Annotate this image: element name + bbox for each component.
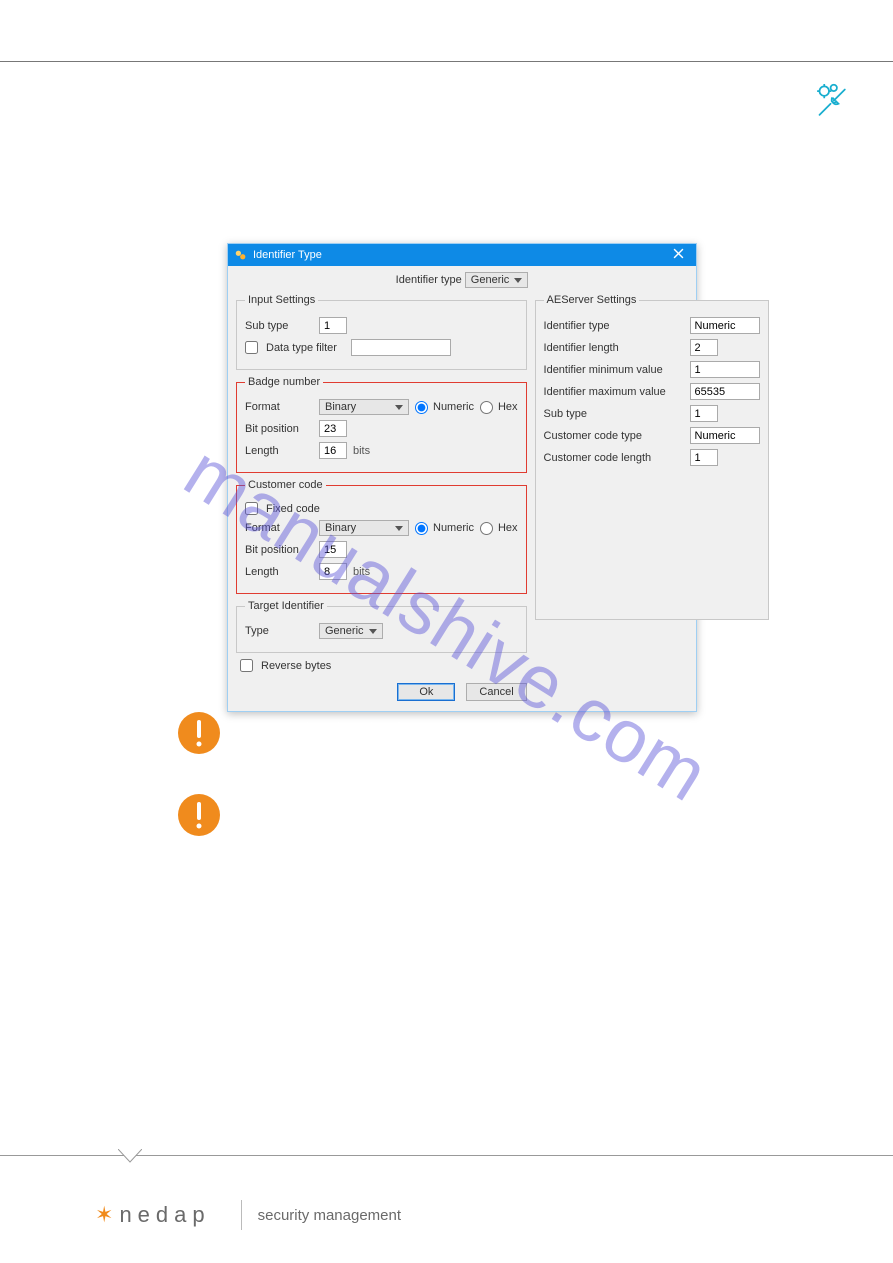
- target-identifier-group: Target Identifier Type Generic: [236, 600, 527, 653]
- titlebar: Identifier Type: [228, 244, 696, 266]
- cancel-button[interactable]: Cancel: [466, 683, 526, 701]
- close-icon[interactable]: [666, 248, 690, 262]
- customer-code-legend: Customer code: [245, 479, 326, 491]
- ae-cc-type-label: Customer code type: [544, 430, 684, 442]
- cc-format-label: Format: [245, 522, 313, 534]
- bn-format-label: Format: [245, 401, 313, 413]
- ae-max-input[interactable]: [690, 383, 760, 400]
- data-type-filter-checkbox[interactable]: [245, 341, 258, 354]
- bn-format-select[interactable]: Binary: [319, 399, 409, 415]
- identifier-type-label: Identifier type: [396, 274, 462, 286]
- cc-radio-hex[interactable]: Hex: [480, 522, 518, 535]
- note-2: AEServer: The 'Identifier length' field …: [178, 794, 818, 836]
- titlebar-icon: [234, 248, 248, 262]
- sub-type-label: Sub type: [245, 320, 313, 332]
- ae-id-type-input[interactable]: [690, 317, 760, 334]
- input-settings-legend: Input Settings: [245, 294, 318, 306]
- bn-bitpos-label: Bit position: [245, 423, 313, 435]
- dialog-title: Identifier Type: [253, 249, 666, 261]
- badge-number-group: Badge number Format Binary Numeric Hex B…: [236, 376, 527, 473]
- top-rule: [0, 61, 893, 62]
- badge-number-legend: Badge number: [245, 376, 323, 388]
- fixed-code-checkbox[interactable]: [245, 502, 258, 515]
- aeserver-legend: AEServer Settings: [544, 294, 640, 306]
- data-type-filter-input[interactable]: [351, 339, 451, 356]
- note-1: Nedap cards always have binary format. T…: [178, 712, 818, 754]
- nedap-logo: ✶ nedap: [95, 1202, 211, 1228]
- star-icon: ✶: [95, 1202, 113, 1228]
- ok-button[interactable]: Ok: [397, 683, 455, 701]
- ae-min-label: Identifier minimum value: [544, 364, 684, 376]
- ae-min-input[interactable]: [690, 361, 760, 378]
- ae-max-label: Identifier maximum value: [544, 386, 684, 398]
- ae-id-length-input[interactable]: [690, 339, 718, 356]
- customer-code-group: Customer code Fixed code Format Binary N…: [236, 479, 527, 594]
- warning-icon: [178, 712, 220, 754]
- bn-length-unit: bits: [353, 445, 370, 457]
- input-settings-group: Input Settings Sub type Data type filter: [236, 294, 527, 370]
- footer: ✶ nedap security management: [95, 1200, 401, 1230]
- ti-type-label: Type: [245, 625, 313, 637]
- sub-type-input[interactable]: [319, 317, 347, 334]
- target-identifier-legend: Target Identifier: [245, 600, 327, 612]
- bn-radio-numeric[interactable]: Numeric: [415, 401, 474, 414]
- ae-cc-length-label: Customer code length: [544, 452, 684, 464]
- reverse-bytes-label: Reverse bytes: [261, 660, 331, 672]
- footer-tagline: security management: [258, 1207, 401, 1224]
- ae-subtype-label: Sub type: [544, 408, 684, 420]
- note-2-text: AEServer: The 'Identifier length' field …: [235, 803, 818, 827]
- bn-radio-hex[interactable]: Hex: [480, 401, 518, 414]
- cc-bitpos-input[interactable]: [319, 541, 347, 558]
- maintenance-icon: [810, 80, 848, 121]
- cc-format-select[interactable]: Binary: [319, 520, 409, 536]
- cc-length-input[interactable]: [319, 563, 347, 580]
- footer-notch: [118, 1149, 142, 1163]
- note-1-text: Nedap cards always have binary format. T…: [235, 721, 818, 745]
- fixed-code-label: Fixed code: [266, 503, 320, 515]
- ae-cc-length-input[interactable]: [690, 449, 718, 466]
- identifier-type-dialog: Identifier Type Identifier type Generic …: [227, 243, 697, 712]
- ae-id-length-label: Identifier length: [544, 342, 684, 354]
- ae-cc-type-input[interactable]: [690, 427, 760, 444]
- footer-divider: [241, 1200, 242, 1230]
- aeserver-settings-group: AEServer Settings Identifier type Identi…: [535, 294, 769, 620]
- reverse-bytes-checkbox[interactable]: [240, 659, 253, 672]
- dialog-body: Identifier type Generic Input Settings S…: [228, 266, 696, 711]
- cc-length-label: Length: [245, 566, 313, 578]
- bn-bitpos-input[interactable]: [319, 420, 347, 437]
- cc-length-unit: bits: [353, 566, 370, 578]
- cc-radio-numeric[interactable]: Numeric: [415, 522, 474, 535]
- bn-length-label: Length: [245, 445, 313, 457]
- cc-bitpos-label: Bit position: [245, 544, 313, 556]
- warning-icon: [178, 794, 220, 836]
- ae-id-type-label: Identifier type: [544, 320, 684, 332]
- ae-subtype-input[interactable]: [690, 405, 718, 422]
- identifier-type-select[interactable]: Generic: [465, 272, 529, 288]
- ti-type-select[interactable]: Generic: [319, 623, 383, 639]
- brand-name: nedap: [119, 1202, 210, 1228]
- bn-length-input[interactable]: [319, 442, 347, 459]
- data-type-filter-label: Data type filter: [266, 342, 337, 354]
